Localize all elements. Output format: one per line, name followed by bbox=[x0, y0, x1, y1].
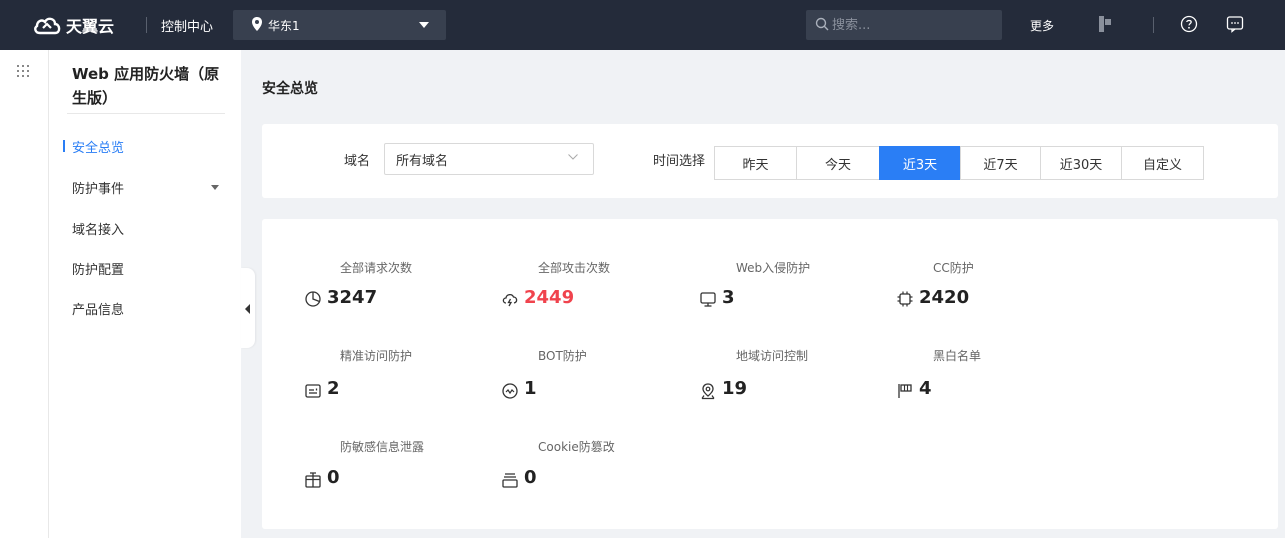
more-menu[interactable]: 更多 bbox=[1030, 17, 1054, 34]
stat-value: 0 bbox=[524, 467, 537, 488]
divider bbox=[146, 17, 147, 33]
time-range-label: 时间选择 bbox=[653, 154, 706, 169]
stat-label: BOT防护 bbox=[538, 349, 587, 363]
search-input[interactable] bbox=[832, 14, 992, 36]
nav-item-protection-config[interactable]: 防护配置 bbox=[60, 256, 235, 280]
search-icon bbox=[815, 17, 829, 31]
time-option-30-days[interactable]: 近30天 bbox=[1040, 146, 1122, 180]
stat-label: 全部请求次数 bbox=[340, 261, 413, 275]
top-navigation-bar: 天翼云 控制中心 华东1 更多 bbox=[0, 0, 1285, 50]
server-stack-icon bbox=[502, 473, 518, 488]
chevron-down-icon bbox=[568, 154, 578, 160]
product-title: Web 应用防火墙（原生版） bbox=[72, 65, 220, 107]
cloud-bolt-icon bbox=[502, 294, 518, 307]
stat-value: 0 bbox=[327, 467, 340, 488]
region-selector[interactable] bbox=[233, 10, 446, 40]
box-icon bbox=[305, 472, 321, 488]
cloud-logo-icon bbox=[34, 17, 61, 35]
stat-value: 4 bbox=[919, 378, 932, 399]
location-pin-icon bbox=[252, 17, 262, 31]
stat-label: 防敏感信息泄露 bbox=[340, 440, 425, 454]
domain-label: 域名 bbox=[344, 154, 371, 169]
divider bbox=[67, 113, 225, 114]
monitor-icon bbox=[700, 292, 716, 307]
message-icon[interactable] bbox=[1226, 15, 1244, 33]
time-option-3-days[interactable]: 近3天 bbox=[879, 146, 961, 180]
id-card-icon bbox=[305, 384, 321, 398]
logo-text: 天翼云 bbox=[66, 17, 115, 36]
stat-value: 2449 bbox=[524, 287, 575, 308]
stat-value: 2 bbox=[327, 378, 340, 399]
app-switch-icon[interactable] bbox=[1099, 16, 1111, 32]
side-navigation: Web 应用防火墙（原生版） 安全总览 防护事件 域名接入 防护配置 产品信息 bbox=[49, 50, 241, 538]
stat-label: Web入侵防护 bbox=[736, 261, 811, 275]
time-option-custom[interactable]: 自定义 bbox=[1121, 146, 1204, 180]
flag-icon bbox=[898, 384, 912, 398]
chevron-down-icon bbox=[419, 22, 429, 28]
time-option-yesterday[interactable]: 昨天 bbox=[714, 146, 797, 180]
stat-label: Cookie防篡改 bbox=[538, 440, 615, 454]
help-icon[interactable] bbox=[1180, 15, 1198, 33]
stat-value: 3247 bbox=[327, 287, 378, 308]
left-rail bbox=[0, 50, 49, 538]
map-pin-icon bbox=[701, 383, 715, 400]
chip-icon bbox=[897, 291, 913, 307]
stat-value: 1 bbox=[524, 378, 537, 399]
stat-label: 精准访问防护 bbox=[340, 349, 413, 363]
time-option-today[interactable]: 今天 bbox=[796, 146, 880, 180]
stat-value: 19 bbox=[722, 378, 748, 399]
sidebar-collapse-button[interactable] bbox=[241, 268, 255, 348]
stat-value: 3 bbox=[722, 287, 735, 308]
page-title: 安全总览 bbox=[262, 81, 318, 97]
stat-label: CC防护 bbox=[933, 261, 974, 275]
stat-label: 全部攻击次数 bbox=[538, 261, 611, 275]
nav-item-domain-access[interactable]: 域名接入 bbox=[60, 216, 235, 240]
pie-chart-icon bbox=[305, 291, 321, 307]
divider bbox=[1153, 17, 1154, 33]
bot-face-icon bbox=[502, 383, 518, 399]
grid-menu-icon[interactable] bbox=[17, 65, 29, 77]
nav-item-protection-events[interactable]: 防护事件 bbox=[60, 175, 235, 199]
time-option-7-days[interactable]: 近7天 bbox=[960, 146, 1041, 180]
stat-label: 地域访问控制 bbox=[736, 349, 809, 363]
domain-select-value: 所有域名 bbox=[396, 154, 449, 169]
nav-item-security-overview[interactable]: 安全总览 bbox=[60, 134, 235, 158]
region-value: 华东1 bbox=[268, 19, 300, 33]
console-link[interactable]: 控制中心 bbox=[161, 16, 213, 35]
nav-item-product-info[interactable]: 产品信息 bbox=[60, 296, 235, 320]
stat-label: 黑白名单 bbox=[933, 349, 982, 363]
nav-item-label: 防护事件 bbox=[72, 181, 125, 197]
chevron-down-icon bbox=[211, 185, 219, 190]
logo[interactable]: 天翼云 bbox=[32, 12, 114, 38]
stat-value: 2420 bbox=[919, 287, 970, 308]
